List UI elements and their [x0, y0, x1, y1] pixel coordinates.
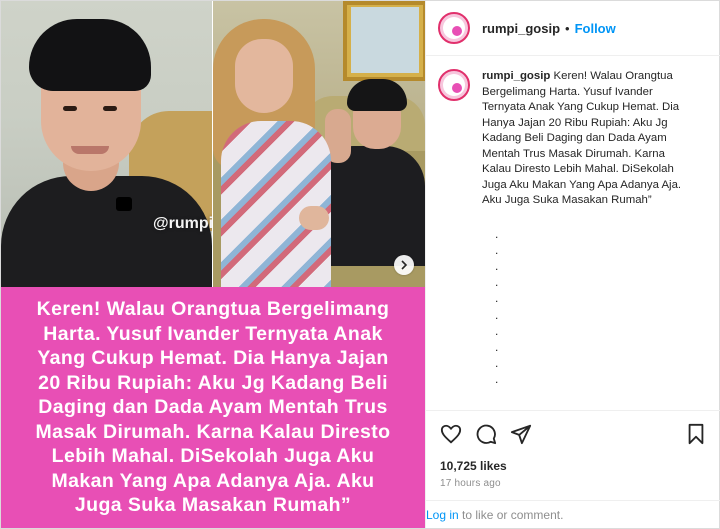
caption-body: Keren! Walau Orangtua Bergelimang Harta.…	[482, 70, 682, 206]
dot-line: .	[495, 339, 499, 354]
caption-avatar[interactable]	[438, 69, 470, 101]
dot-line: .	[495, 372, 499, 387]
caption-line: Lebih Mahal. DiSekolah Juga Aku	[51, 445, 375, 468]
boy-hair-right	[347, 79, 407, 111]
caption-line: Masak Dirumah. Karna Kalau Diresto	[35, 420, 391, 443]
timestamp[interactable]: 17 hours ago	[440, 478, 501, 489]
woman-dress	[221, 121, 331, 287]
caption-card-text: Keren! Walau Orangtua Bergelimang Harta.…	[36, 297, 391, 518]
clip-microphone	[116, 197, 132, 211]
heart-icon[interactable]	[440, 423, 462, 445]
avatar-image	[443, 74, 465, 96]
avatar-logo	[452, 83, 462, 93]
like-count[interactable]: 10,725 likes	[440, 459, 507, 473]
post-media[interactable]: @rumpi_ Keren! Walau Orangtua Bergeliman…	[1, 1, 425, 528]
login-rest-text: to like or comment.	[458, 508, 564, 522]
post-panel: rumpi_gosip • Follow rumpi_gosip Keren! …	[425, 1, 720, 528]
dot-line: .	[495, 226, 499, 241]
boy-eye-left	[63, 106, 77, 111]
avatar-logo	[452, 26, 462, 36]
caption-line: 20 Ribu Rupiah: Aku Jg Kadang Beli	[38, 371, 388, 394]
follow-button[interactable]: Follow	[575, 21, 616, 36]
comment-icon[interactable]	[475, 423, 497, 445]
dot-line: .	[495, 275, 499, 290]
caption-line: Makan Yang Apa Adanya Aja. Aku	[51, 469, 375, 492]
chevron-right-icon	[401, 260, 408, 270]
caption-line: Harta. Yusuf Ivander Ternyata Anak	[43, 322, 383, 345]
avatar[interactable]	[438, 12, 470, 44]
boy-hair	[29, 19, 151, 91]
wall-frame-picture	[351, 7, 419, 73]
photo-left: @rumpi_	[1, 1, 212, 287]
dot-line: .	[495, 242, 499, 257]
caption-line: Yang Cukup Hemat. Dia Hanya Jajan	[37, 347, 389, 370]
boy-eye-right	[103, 106, 117, 111]
dot-line: .	[495, 291, 499, 306]
caption-text: rumpi_gosip Keren! Walau Orangtua Bergel…	[482, 69, 692, 209]
woman-face	[235, 39, 293, 113]
dot-line: .	[495, 323, 499, 338]
dot-line: .	[495, 258, 499, 273]
dot-line: .	[495, 307, 499, 322]
caption-dots: . . . . . . . . . .	[495, 226, 708, 388]
caption-line: Juga Suka Masakan Rumah”	[74, 494, 352, 517]
watermark: @rumpi_	[153, 215, 212, 232]
woman-hand	[299, 206, 329, 230]
login-link[interactable]: Log in	[426, 508, 459, 522]
share-icon[interactable]	[510, 423, 532, 445]
boy-mouth	[71, 146, 109, 154]
dot-line: .	[495, 356, 499, 371]
login-prompt: Log in to like or comment.	[426, 500, 720, 528]
caption-comment: rumpi_gosip Keren! Walau Orangtua Bergel…	[438, 69, 708, 209]
next-media-button[interactable]	[394, 255, 414, 275]
caption-line: Daging dan Dada Ayam Mentah Trus	[38, 396, 388, 419]
bookmark-icon[interactable]	[685, 423, 707, 445]
separator-dot: •	[565, 20, 570, 36]
caption-card: Keren! Walau Orangtua Bergelimang Harta.…	[1, 287, 425, 528]
comments-area[interactable]: rumpi_gosip Keren! Walau Orangtua Bergel…	[426, 57, 720, 409]
caption-line: Keren! Walau Orangtua Bergelimang	[36, 298, 390, 321]
header-username[interactable]: rumpi_gosip	[482, 21, 560, 36]
post-header: rumpi_gosip • Follow	[426, 1, 720, 56]
action-bar	[426, 410, 720, 452]
caption-username[interactable]: rumpi_gosip	[482, 70, 550, 82]
photo-right	[213, 1, 425, 287]
avatar-image	[443, 17, 465, 39]
